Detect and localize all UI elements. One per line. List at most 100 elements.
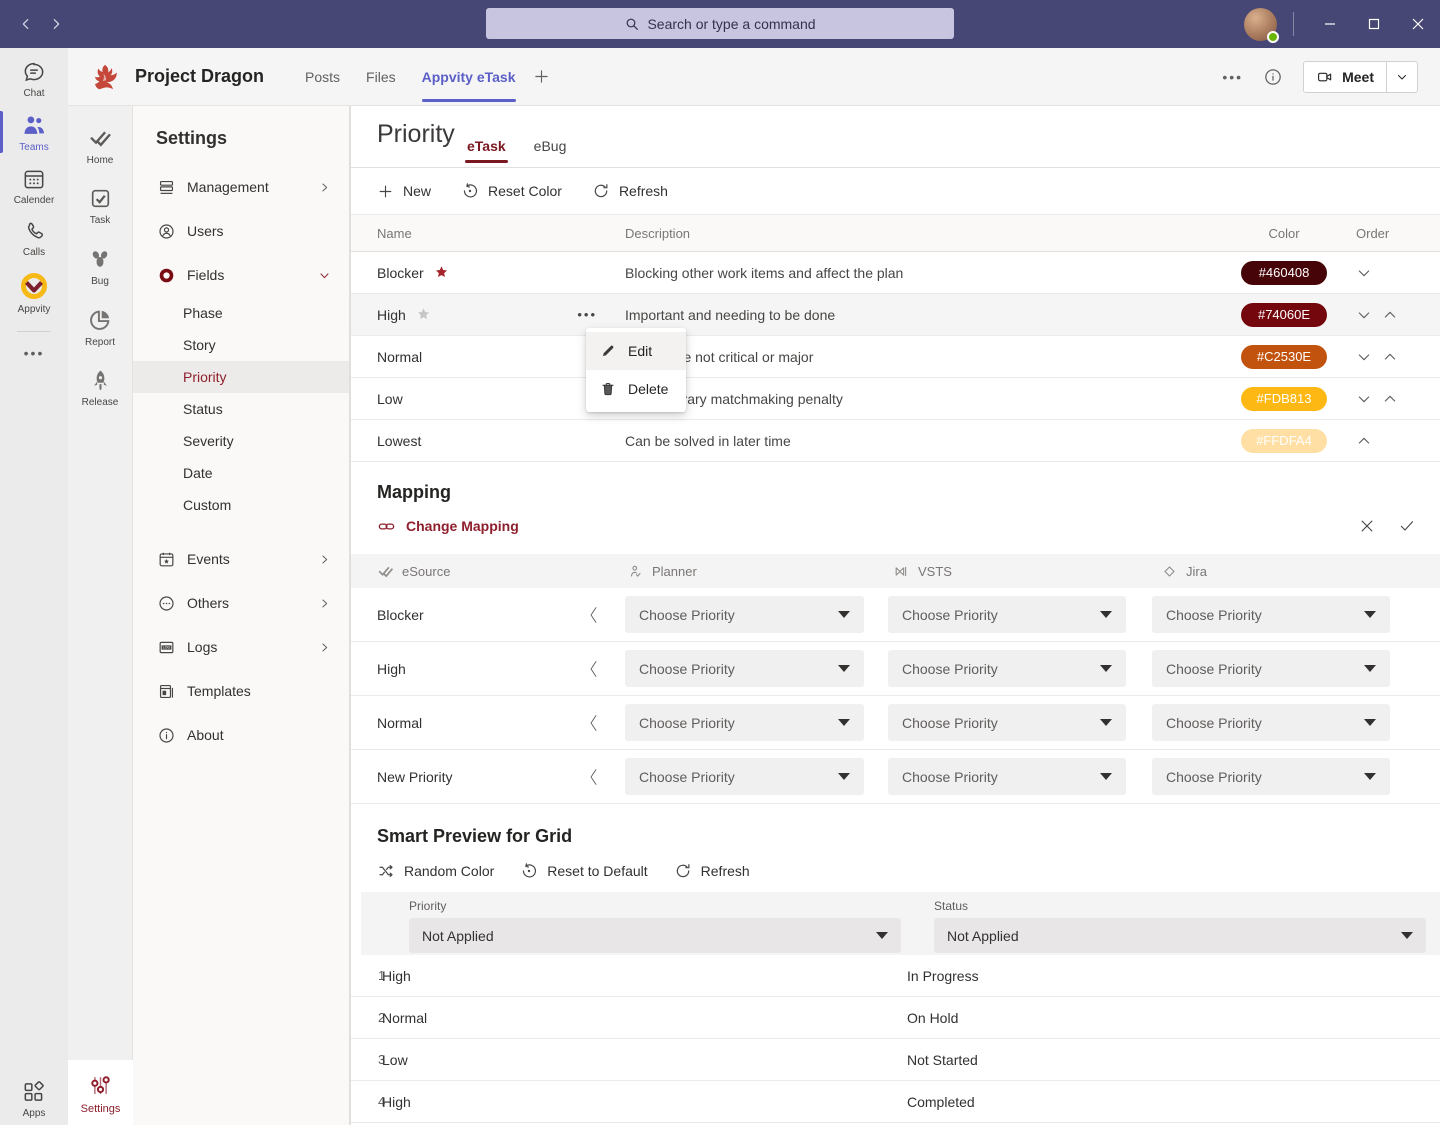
- sidebar-item-users[interactable]: Users: [133, 209, 349, 253]
- priority-filter-select[interactable]: Not Applied: [409, 918, 901, 953]
- jira-priority-select[interactable]: Choose Priority: [1152, 650, 1390, 687]
- module-item-home[interactable]: Home: [68, 114, 132, 175]
- rail-item-chat[interactable]: Chat: [0, 52, 68, 105]
- rail-item-teams[interactable]: Teams: [0, 105, 68, 159]
- tab-files[interactable]: Files: [353, 48, 409, 105]
- avatar[interactable]: [1244, 8, 1277, 41]
- vsts-priority-select[interactable]: Choose Priority: [888, 596, 1126, 633]
- rail-item-calendar[interactable]: Calender: [0, 159, 68, 212]
- planner-priority-select[interactable]: Choose Priority: [625, 704, 864, 741]
- collapse-chevron-left-icon[interactable]: [581, 604, 625, 626]
- tab-etask[interactable]: eTask: [465, 138, 508, 167]
- smart-preview-filters: Priority Not Applied Status Not Applied: [361, 892, 1440, 955]
- color-pill[interactable]: #74060E: [1241, 303, 1327, 327]
- module-item-bug[interactable]: Bug: [68, 235, 132, 296]
- sidebar-item-date[interactable]: Date: [133, 457, 349, 489]
- sidebar-item-severity[interactable]: Severity: [133, 425, 349, 457]
- cancel-x-icon[interactable]: [1358, 517, 1376, 535]
- sidebar-item-status[interactable]: Status: [133, 393, 349, 425]
- color-pill[interactable]: #C2530E: [1241, 345, 1327, 369]
- move-up-icon[interactable]: [1382, 349, 1398, 365]
- star-filled-icon[interactable]: [433, 264, 450, 281]
- context-menu-edit[interactable]: Edit: [586, 332, 686, 370]
- move-down-icon[interactable]: [1356, 307, 1372, 323]
- sidebar-item-management[interactable]: Management: [133, 165, 349, 209]
- close-button[interactable]: [1396, 0, 1440, 48]
- move-down-icon[interactable]: [1356, 349, 1372, 365]
- jira-priority-select[interactable]: Choose Priority: [1152, 758, 1390, 795]
- sidebar-item-phase[interactable]: Phase: [133, 297, 349, 329]
- planner-priority-select[interactable]: Choose Priority: [625, 650, 864, 687]
- confirm-check-icon[interactable]: [1398, 517, 1416, 535]
- color-pill[interactable]: #460408: [1241, 261, 1327, 285]
- vsts-priority-select[interactable]: Choose Priority: [888, 758, 1126, 795]
- status-filter-select[interactable]: Not Applied: [934, 918, 1426, 953]
- preview-row[interactable]: 1 High In Progress: [351, 955, 1440, 997]
- nav-forward-icon[interactable]: [48, 16, 64, 32]
- refresh-button[interactable]: Refresh: [674, 862, 750, 880]
- add-tab-button[interactable]: [533, 68, 550, 85]
- star-outline-icon[interactable]: [415, 306, 432, 323]
- move-down-icon[interactable]: [1356, 391, 1372, 407]
- module-item-report[interactable]: Report: [68, 296, 132, 357]
- reset-color-button[interactable]: Reset Color: [461, 182, 562, 200]
- sidebar-item-story[interactable]: Story: [133, 329, 349, 361]
- sidebar-item-custom[interactable]: Custom: [133, 489, 349, 521]
- preview-row[interactable]: 4 High Completed: [351, 1081, 1440, 1123]
- module-item-task[interactable]: Task: [68, 175, 132, 235]
- priority-row-low[interactable]: Low porary matchmaking penalty #FDB813: [351, 378, 1440, 420]
- move-up-icon[interactable]: [1356, 433, 1372, 449]
- rail-item-more[interactable]: •••: [0, 338, 68, 367]
- context-menu-delete[interactable]: Delete: [586, 370, 686, 408]
- tab-ebug[interactable]: eBug: [532, 138, 569, 167]
- vsts-priority-select[interactable]: Choose Priority: [888, 650, 1126, 687]
- tab-posts[interactable]: Posts: [292, 48, 353, 105]
- minimize-button[interactable]: [1308, 0, 1352, 48]
- rail-item-apps[interactable]: Apps: [0, 1072, 68, 1125]
- maximize-button[interactable]: [1352, 0, 1396, 48]
- nav-back-icon[interactable]: [18, 16, 34, 32]
- refresh-button[interactable]: Refresh: [592, 182, 668, 200]
- color-pill[interactable]: #FDB813: [1241, 387, 1327, 411]
- new-button[interactable]: New: [377, 183, 431, 200]
- sidebar-item-others[interactable]: Others: [133, 581, 349, 625]
- move-down-icon[interactable]: [1356, 265, 1372, 281]
- meet-dropdown-chevron-icon[interactable]: [1387, 71, 1417, 83]
- tab-appvity-etask[interactable]: Appvity eTask: [409, 48, 529, 105]
- random-color-button[interactable]: Random Color: [377, 862, 494, 880]
- jira-priority-select[interactable]: Choose Priority: [1152, 704, 1390, 741]
- row-more-icon[interactable]: •••: [577, 307, 597, 322]
- jira-priority-select[interactable]: Choose Priority: [1152, 596, 1390, 633]
- planner-priority-select[interactable]: Choose Priority: [625, 758, 864, 795]
- sidebar-item-events[interactable]: Events: [133, 537, 349, 581]
- priority-row-blocker[interactable]: Blocker Blocking other work items and af…: [351, 252, 1440, 294]
- move-up-icon[interactable]: [1382, 391, 1398, 407]
- sidebar-item-logs[interactable]: LOG Logs: [133, 625, 349, 669]
- sidebar-item-about[interactable]: About: [133, 713, 349, 757]
- priority-row-lowest[interactable]: Lowest Can be solved in later time #FFDF…: [351, 420, 1440, 462]
- rail-item-calls[interactable]: Calls: [0, 212, 68, 264]
- collapse-chevron-left-icon[interactable]: [581, 766, 625, 788]
- sidebar-item-templates[interactable]: Templates: [133, 669, 349, 713]
- move-up-icon[interactable]: [1382, 307, 1398, 323]
- collapse-chevron-left-icon[interactable]: [581, 658, 625, 680]
- vsts-priority-select[interactable]: Choose Priority: [888, 704, 1126, 741]
- preview-row[interactable]: 2 Normal On Hold: [351, 997, 1440, 1039]
- priority-row-normal[interactable]: Normal are not critical or major #C2530E: [351, 336, 1440, 378]
- preview-row[interactable]: 3 Low Not Started: [351, 1039, 1440, 1081]
- sidebar-item-fields[interactable]: Fields: [133, 253, 349, 297]
- info-icon[interactable]: [1263, 67, 1283, 87]
- color-pill[interactable]: #FFDFA4: [1241, 429, 1327, 453]
- collapse-chevron-left-icon[interactable]: [581, 712, 625, 734]
- more-options-icon[interactable]: •••: [1222, 69, 1243, 85]
- module-item-settings[interactable]: Settings: [68, 1060, 133, 1125]
- change-mapping-button[interactable]: Change Mapping: [377, 517, 519, 536]
- reset-to-default-button[interactable]: Reset to Default: [520, 862, 647, 880]
- rail-item-appvity[interactable]: Appvity: [0, 264, 68, 321]
- meet-button[interactable]: Meet: [1303, 61, 1418, 93]
- sidebar-item-priority[interactable]: Priority: [133, 361, 349, 393]
- module-item-release[interactable]: Release: [68, 357, 132, 417]
- search-input[interactable]: Search or type a command: [486, 8, 954, 39]
- planner-priority-select[interactable]: Choose Priority: [625, 596, 864, 633]
- priority-row-high[interactable]: High ••• Important and needing to be don…: [351, 294, 1440, 336]
